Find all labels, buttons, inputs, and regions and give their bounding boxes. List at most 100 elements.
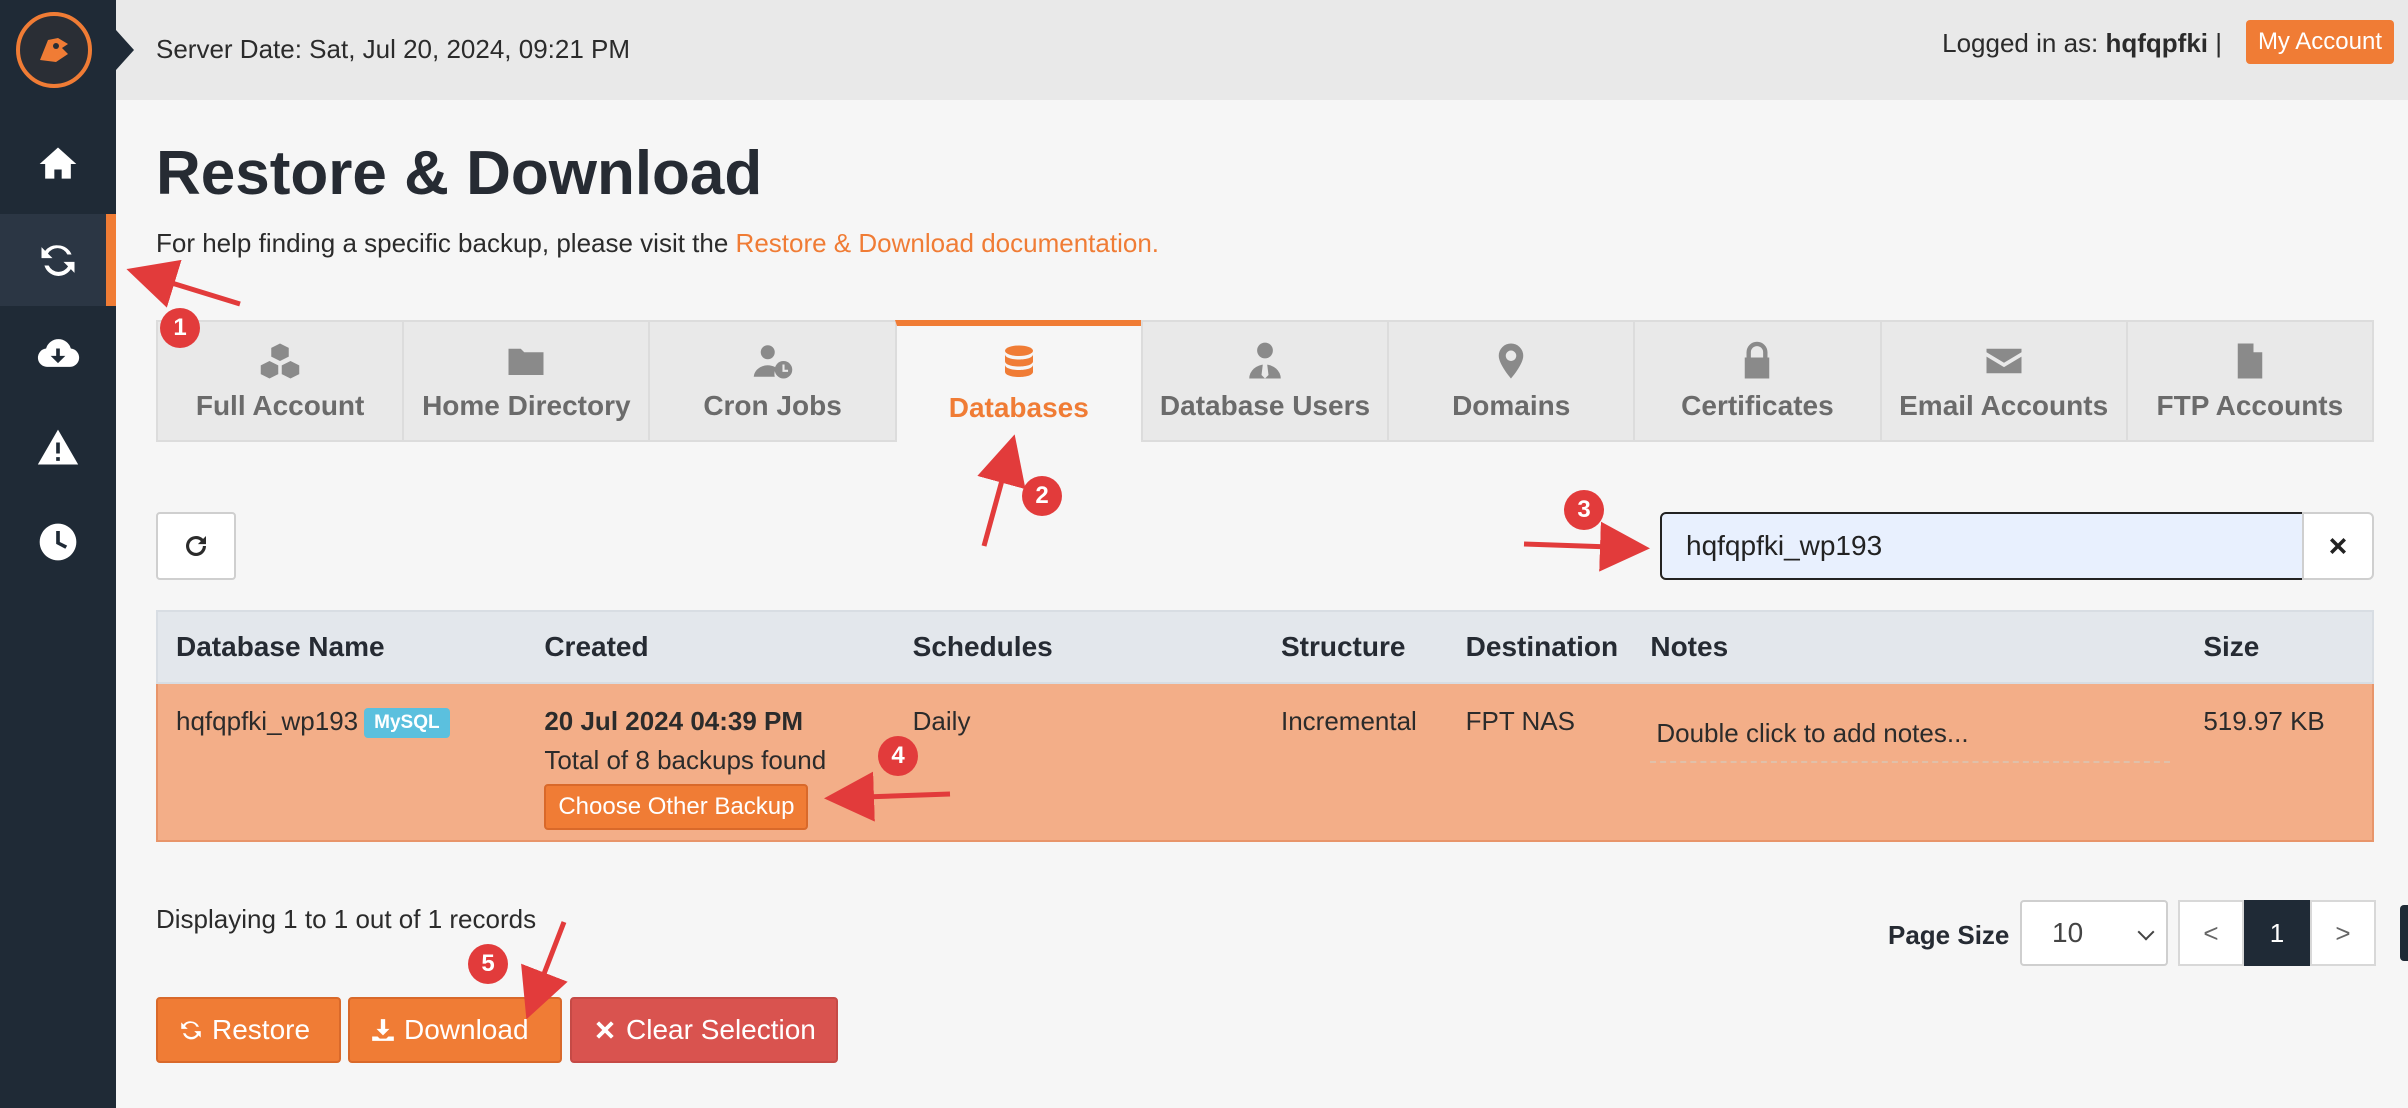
sync-icon xyxy=(41,245,75,276)
database-name-cell: hqfqpfki_wp193 MySQL xyxy=(158,684,526,738)
refresh-button[interactable] xyxy=(156,512,236,580)
sidebar-item-alerts[interactable] xyxy=(0,402,116,494)
user-clock-icon xyxy=(753,345,792,379)
download-icon xyxy=(372,1019,394,1041)
table-row[interactable]: hqfqpfki_wp193 MySQL 20 Jul 2024 04:39 PM… xyxy=(156,684,2374,842)
file-icon xyxy=(2237,343,2263,379)
logged-in-info: Logged in as: hqfqpfki | xyxy=(1942,28,2222,59)
tab-domains[interactable]: Domains xyxy=(1387,320,1634,442)
column-header[interactable]: Schedules xyxy=(895,631,1263,663)
tab-label: Domains xyxy=(1452,390,1571,421)
page-1-button[interactable]: 1 xyxy=(2244,900,2310,966)
help-prefix: For help finding a specific backup, plea… xyxy=(156,228,736,258)
backup-type-tabs: Full Account Home Directory Cron Jobs Da… xyxy=(156,320,2374,442)
tab-certificates[interactable]: Certificates xyxy=(1633,320,1880,442)
sidebar-item-schedule[interactable] xyxy=(0,496,116,588)
download-label: Download xyxy=(404,1014,529,1045)
next-page-button[interactable]: > xyxy=(2310,900,2376,966)
schedule-cell: Daily xyxy=(912,706,971,736)
step-marker-2: 2 xyxy=(1022,476,1062,516)
help-text: For help finding a specific backup, plea… xyxy=(156,228,1159,259)
user-tie-icon xyxy=(1249,342,1281,379)
server-date: Server Date: Sat, Jul 20, 2024, 09:21 PM xyxy=(156,34,631,64)
created-date: 20 Jul 2024 04:39 PM xyxy=(544,706,804,736)
documentation-link[interactable]: Restore & Download documentation. xyxy=(736,228,1159,258)
size-cell: 519.97 KB xyxy=(2203,706,2325,736)
tab-email-accounts[interactable]: Email Accounts xyxy=(1879,320,2126,442)
engine-badge: MySQL xyxy=(364,708,450,738)
restore-label: Restore xyxy=(212,1014,311,1045)
table-header: Database Name Created Schedules Structur… xyxy=(156,610,2374,684)
backups-table: Database Name Created Schedules Structur… xyxy=(156,610,2374,842)
username: hqfqpfki xyxy=(2105,28,2209,58)
column-header[interactable]: Destination xyxy=(1448,631,1633,663)
side-panel-handle[interactable] xyxy=(2400,905,2408,961)
tab-ftp-accounts[interactable]: FTP Accounts xyxy=(2125,320,2374,442)
lock-icon xyxy=(1745,341,1770,379)
search-input[interactable] xyxy=(1660,512,2304,580)
step-marker-5: 5 xyxy=(468,944,508,984)
destination-cell: FPT NAS xyxy=(1465,706,1575,736)
app-logo[interactable] xyxy=(16,12,92,88)
column-header[interactable]: Structure xyxy=(1263,631,1448,663)
annotation-arrow-1 xyxy=(126,259,241,308)
tab-label: Certificates xyxy=(1681,390,1834,421)
tab-home-directory[interactable]: Home Directory xyxy=(402,320,649,442)
page-title: Restore & Download xyxy=(156,139,763,208)
notes-cell: Double click to add notes... xyxy=(1632,684,2185,763)
created-cell: 20 Jul 2024 04:39 PM Total of 8 backups … xyxy=(526,684,894,830)
structure-cell: Incremental xyxy=(1280,706,1417,736)
close-icon xyxy=(2330,538,2346,554)
tab-label: Cron Jobs xyxy=(703,390,842,421)
column-header[interactable]: Notes xyxy=(1632,631,2185,663)
database-name: hqfqpfki_wp193 xyxy=(176,706,359,736)
step-marker-3: 3 xyxy=(1564,490,1604,530)
clear-selection-label: Clear Selection xyxy=(626,1014,816,1045)
sidebar-item-restore[interactable] xyxy=(0,214,116,306)
prev-page-button[interactable]: < xyxy=(2178,900,2244,966)
step-marker-1: 1 xyxy=(160,308,200,348)
tab-databases[interactable]: Databases xyxy=(894,320,1141,442)
cloud-download-icon xyxy=(37,339,80,367)
notes-field[interactable]: Double click to add notes... xyxy=(1650,710,2171,763)
download-button[interactable]: Download xyxy=(348,997,562,1063)
map-marker-icon xyxy=(1498,343,1524,379)
clear-search-button[interactable] xyxy=(2302,512,2374,580)
database-icon xyxy=(1004,345,1033,377)
warning-icon xyxy=(37,429,79,465)
step-marker-4: 4 xyxy=(878,736,918,776)
column-header[interactable]: Created xyxy=(526,631,894,663)
sync-icon xyxy=(181,1021,201,1040)
topbar-notch xyxy=(116,30,134,70)
column-header[interactable]: Database Name xyxy=(158,631,526,663)
logged-in-prefix: Logged in as: xyxy=(1942,28,2106,58)
home-icon xyxy=(39,147,77,179)
refresh-icon xyxy=(186,535,206,556)
cubes-icon xyxy=(260,343,300,379)
sidebar-item-home[interactable] xyxy=(0,118,116,210)
tab-cron-jobs[interactable]: Cron Jobs xyxy=(648,320,895,442)
annotation-arrow-2 xyxy=(977,434,1026,547)
logo-icon xyxy=(40,38,68,62)
separator: | xyxy=(2208,28,2222,58)
tab-label: Database Users xyxy=(1159,390,1371,421)
backup-count: Total of 8 backups found xyxy=(544,745,827,775)
clear-selection-button[interactable]: Clear Selection xyxy=(570,997,838,1063)
clock-icon xyxy=(39,523,77,561)
tab-database-users[interactable]: Database Users xyxy=(1140,320,1388,442)
restore-button[interactable]: Restore xyxy=(156,997,341,1063)
records-summary: Displaying 1 to 1 out of 1 records xyxy=(156,904,537,934)
page-size-label: Page Size xyxy=(1888,920,2010,950)
column-header[interactable]: Size xyxy=(2185,631,2372,663)
page-size-select[interactable]: 10 xyxy=(2020,900,2168,966)
my-account-button[interactable]: My Account xyxy=(2245,20,2394,64)
choose-other-backup-button[interactable]: Choose Other Backup xyxy=(544,784,809,830)
tab-label: FTP Accounts xyxy=(2156,390,2344,421)
sidebar-item-downloads[interactable] xyxy=(0,308,116,400)
tab-label: Email Accounts xyxy=(1899,390,2109,421)
tab-label: Full Account xyxy=(195,390,365,421)
folder-icon xyxy=(508,348,544,375)
close-icon xyxy=(596,1021,614,1039)
tab-label: Databases xyxy=(948,392,1089,423)
annotation-arrow-3 xyxy=(1523,521,1650,572)
